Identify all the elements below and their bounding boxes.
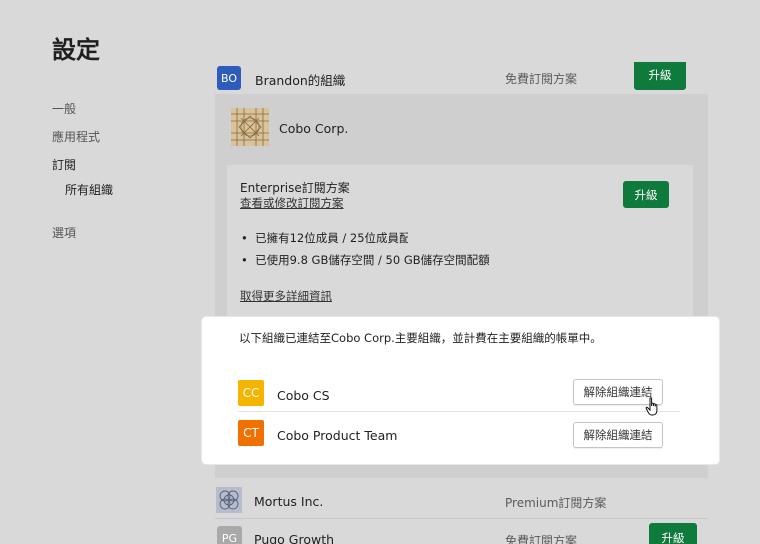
quota-storage-text: 已使用9.8 GB儲存空間 / 50 GB儲存空間配額 — [255, 253, 490, 267]
org-logo-mortus — [216, 487, 242, 513]
org-row-brandon[interactable]: BO Brandon的組織 免費訂閱方案 升級 — [215, 62, 707, 94]
nav-item-apps[interactable]: 應用程式 — [52, 128, 100, 145]
org-avatar-cobo-product: CT — [238, 420, 264, 446]
org-name-cobo-cs: Cobo CS — [277, 388, 330, 403]
quota-members: • 已擁有12位成員 / 25位成員配額 — [241, 230, 408, 246]
org-plan-mortus: Premium訂閱方案 — [505, 496, 607, 510]
org-plan-brandon: 免費訂閱方案 — [505, 72, 578, 86]
plan-name: Enterprise訂閱方案 — [240, 181, 350, 195]
nav-item-options[interactable]: 選項 — [52, 224, 76, 241]
linked-orgs-description: 以下組織已連結至Cobo Corp.主要組織，並計費在主要組織的帳單中。 — [239, 331, 602, 345]
org-row-mortus[interactable]: Mortus Inc. Premium訂閱方案 — [215, 482, 707, 518]
bullet-icon: • — [241, 253, 248, 267]
org-avatar-brandon: BO — [217, 66, 241, 90]
upgrade-button-pugo[interactable]: 升級 — [649, 523, 697, 544]
quota-storage: • 已使用9.8 GB儲存空間 / 50 GB儲存空間配額 — [241, 252, 490, 268]
bullet-icon: • — [241, 231, 248, 245]
org-name-mortus: Mortus Inc. — [254, 494, 324, 509]
page-title: 設定 — [52, 36, 100, 64]
quota-members-text: 已擁有12位成員 / 25位成員配額 — [255, 231, 408, 245]
upgrade-button-cobo[interactable]: 升級 — [623, 181, 669, 208]
org-name-cobo: Cobo Corp. — [279, 121, 349, 136]
upgrade-button-brandon[interactable]: 升級 — [634, 62, 686, 90]
manage-plan-link[interactable]: 查看或修改訂閱方案 — [240, 195, 344, 211]
org-row-pugo[interactable]: PG Pugo Growth 免費訂閱方案 升級 — [215, 522, 707, 544]
unlink-button-cobo-product[interactable]: 解除組織連結 — [573, 422, 663, 448]
org-avatar-cobo-cs: CC — [238, 380, 264, 406]
org-name-cobo-product: Cobo Product Team — [277, 428, 398, 443]
hand-cursor-icon — [645, 397, 661, 421]
org-logo-cobo — [231, 108, 269, 146]
more-details-link[interactable]: 取得更多詳細資訊 — [240, 288, 332, 304]
org-name-brandon: Brandon的組織 — [255, 73, 346, 88]
nav-item-all-orgs[interactable]: 所有組織 — [65, 181, 113, 198]
org-name-pugo: Pugo Growth — [254, 532, 335, 544]
nav-item-general[interactable]: 一般 — [52, 100, 76, 117]
row-divider — [215, 518, 708, 519]
nav-item-subscription[interactable]: 訂閱 — [52, 156, 76, 173]
org-avatar-pugo: PG — [217, 526, 242, 544]
row-divider — [238, 411, 680, 412]
org-plan-pugo: 免費訂閱方案 — [505, 534, 578, 544]
